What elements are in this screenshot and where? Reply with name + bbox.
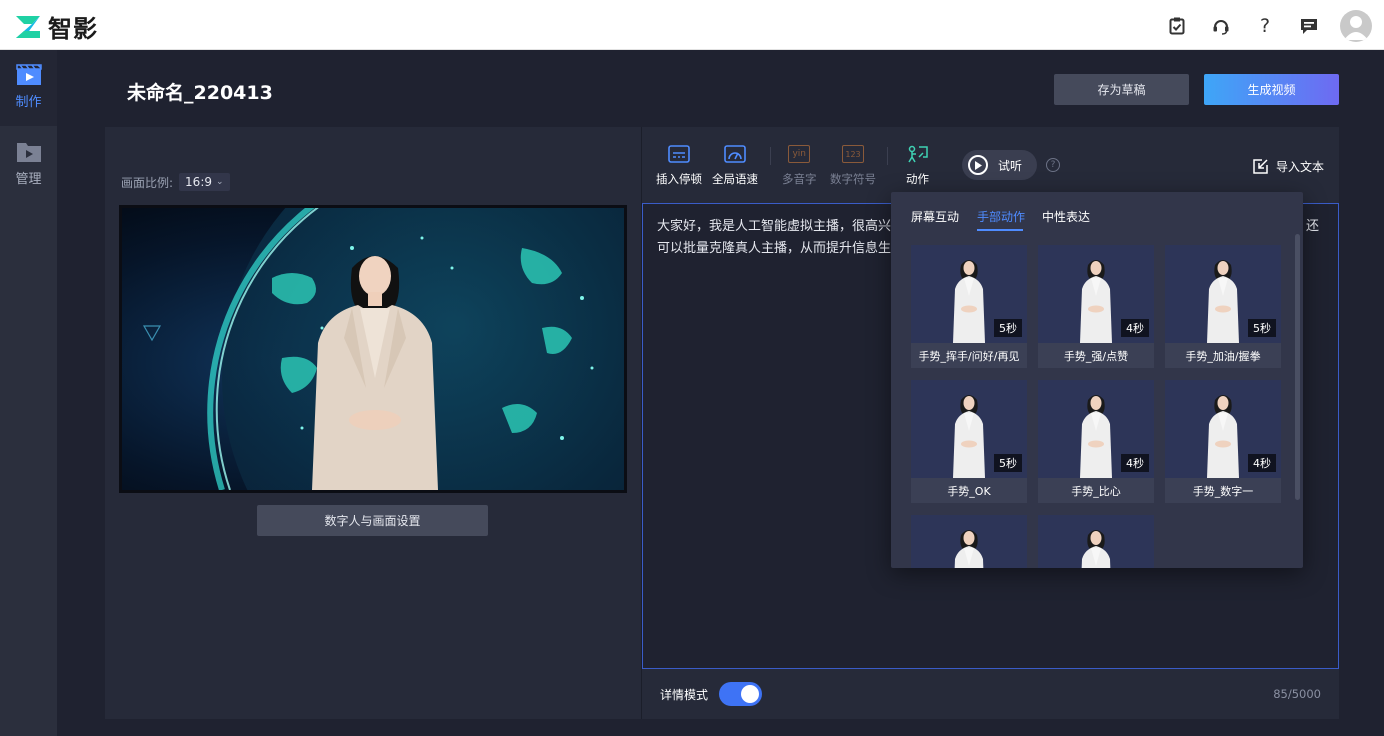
tool-label-action: 动作 bbox=[906, 172, 929, 186]
message-icon[interactable] bbox=[1294, 11, 1324, 41]
zhiying-logo-icon bbox=[16, 15, 40, 38]
preview-scene-image bbox=[122, 208, 624, 490]
number-symbol-icon: 123 bbox=[842, 145, 864, 163]
import-icon bbox=[1253, 159, 1268, 174]
left-nav: 制作 管理 bbox=[0, 50, 57, 736]
import-text-button[interactable]: 导入文本 bbox=[1253, 158, 1324, 175]
app-name: 智影 bbox=[48, 15, 98, 43]
action-thumbnail bbox=[1038, 515, 1154, 568]
headset-support-icon[interactable] bbox=[1206, 11, 1236, 41]
user-silhouette-icon bbox=[1344, 16, 1368, 40]
preview-panel: 画面比例: 16:9 ⌄ 数字人与画面设置 bbox=[105, 127, 641, 719]
action-card[interactable] bbox=[1038, 515, 1154, 568]
action-card[interactable]: 4秒手势_数字一 bbox=[1165, 380, 1281, 503]
action-card[interactable]: 5秒手势_加油/握拳 bbox=[1165, 245, 1281, 368]
top-bar: 智影 ? bbox=[0, 0, 1384, 50]
folder-video-icon bbox=[16, 143, 41, 162]
nav-label-manage: 管理 bbox=[15, 172, 42, 187]
popover-scrollbar[interactable] bbox=[1295, 234, 1300, 500]
action-duration: 5秒 bbox=[994, 319, 1022, 337]
tab-neutral-expression[interactable]: 中性表达 bbox=[1042, 208, 1090, 225]
detail-mode-label: 详情模式 bbox=[660, 688, 709, 702]
nav-item-manage[interactable]: 管理 bbox=[0, 127, 57, 203]
active-tab-indicator bbox=[977, 229, 1023, 231]
tool-label-polyphone: 多音字 bbox=[782, 172, 817, 186]
action-card[interactable]: 4秒手势_强/点赞 bbox=[1038, 245, 1154, 368]
app-logo[interactable]: 智影 bbox=[14, 9, 98, 44]
play-icon bbox=[968, 155, 988, 175]
polyphone-icon: yin bbox=[788, 145, 811, 163]
tool-number-symbol[interactable]: 123 数字符号 bbox=[830, 145, 876, 187]
tool-global-speed[interactable]: 全局语速 bbox=[712, 145, 758, 187]
generate-video-button[interactable]: 生成视频 bbox=[1204, 74, 1339, 105]
action-duration: 4秒 bbox=[1121, 319, 1149, 337]
script-line-1: 大家好，我是人工智能虚拟主播，很高兴 bbox=[657, 219, 892, 234]
tab-hand-gestures[interactable]: 手部动作 bbox=[977, 208, 1025, 225]
action-duration: 5秒 bbox=[994, 454, 1022, 472]
help-circle-icon[interactable]: ? bbox=[1046, 158, 1060, 172]
save-draft-button[interactable]: 存为草稿 bbox=[1054, 74, 1189, 105]
tool-action[interactable]: 动作 bbox=[906, 145, 929, 187]
action-card[interactable]: 5秒手势_OK bbox=[911, 380, 1027, 503]
detail-mode-toggle[interactable] bbox=[719, 682, 762, 706]
action-card[interactable]: 4秒手势_比心 bbox=[1038, 380, 1154, 503]
page-title[interactable]: 未命名_220413 bbox=[127, 78, 273, 105]
tool-label-number-symbol: 数字符号 bbox=[830, 172, 876, 186]
nav-item-create[interactable]: 制作 bbox=[0, 50, 57, 126]
tool-label-global-speed: 全局语速 bbox=[712, 172, 758, 186]
script-line-1-tail: 还 bbox=[1305, 219, 1319, 234]
action-label: 手势_加油/握拳 bbox=[1165, 343, 1281, 368]
chevron-down-icon: ⌄ bbox=[216, 177, 224, 187]
action-thumbnail bbox=[911, 515, 1027, 568]
editor-footer: 详情模式 85/5000 bbox=[642, 669, 1339, 719]
action-label: 手势_挥手/问好/再见 bbox=[911, 343, 1027, 368]
help-question-icon[interactable]: ? bbox=[1250, 11, 1280, 41]
presenter-settings-button[interactable]: 数字人与画面设置 bbox=[257, 505, 488, 536]
toggle-knob bbox=[741, 685, 759, 703]
nav-label-create: 制作 bbox=[15, 95, 42, 110]
clipboard-check-icon[interactable] bbox=[1162, 11, 1192, 41]
action-card[interactable] bbox=[911, 515, 1027, 568]
toolbar-separator bbox=[770, 147, 771, 165]
aspect-ratio-value: 16:9 bbox=[185, 175, 212, 189]
toolbar-separator bbox=[887, 147, 888, 165]
action-icon bbox=[907, 145, 928, 163]
action-duration: 4秒 bbox=[1248, 454, 1276, 472]
action-card[interactable]: 5秒手势_挥手/问好/再见 bbox=[911, 245, 1027, 368]
film-clapper-icon bbox=[15, 64, 42, 85]
aspect-ratio-label: 画面比例: bbox=[121, 175, 174, 190]
preview-audio-button[interactable]: 试听 bbox=[962, 150, 1037, 180]
tool-polyphone[interactable]: yin 多音字 bbox=[782, 145, 817, 187]
action-popover: 屏幕互动 手部动作 中性表达 5秒 手势_挥手/问好/再见 4秒 手势_强/点赞 5秒手… bbox=[891, 192, 1303, 568]
action-duration: 5秒 bbox=[1248, 319, 1276, 337]
action-label: 手势_强/点赞 bbox=[1038, 343, 1154, 368]
action-label: 手势_比心 bbox=[1038, 478, 1154, 503]
action-category-tabs: 屏幕互动 手部动作 中性表达 bbox=[891, 192, 1303, 236]
action-label: 手势_数字一 bbox=[1165, 478, 1281, 503]
aspect-ratio-select[interactable]: 16:9 ⌄ bbox=[179, 173, 230, 191]
tool-label-insert-pause: 插入停顿 bbox=[656, 172, 702, 186]
import-text-label: 导入文本 bbox=[1275, 160, 1324, 174]
preview-audio-label: 试听 bbox=[998, 158, 1023, 173]
insert-pause-icon bbox=[668, 145, 690, 163]
speed-gauge-icon bbox=[724, 145, 746, 163]
character-counter: 85/5000 bbox=[1273, 687, 1321, 701]
tab-screen-interaction[interactable]: 屏幕互动 bbox=[911, 208, 959, 225]
action-label: 手势_OK bbox=[911, 478, 1027, 503]
user-avatar[interactable] bbox=[1340, 10, 1372, 42]
video-preview bbox=[119, 205, 627, 493]
aspect-ratio-control: 画面比例: 16:9 ⌄ bbox=[121, 173, 230, 191]
action-duration: 4秒 bbox=[1121, 454, 1149, 472]
tool-insert-pause[interactable]: 插入停顿 bbox=[656, 145, 702, 187]
